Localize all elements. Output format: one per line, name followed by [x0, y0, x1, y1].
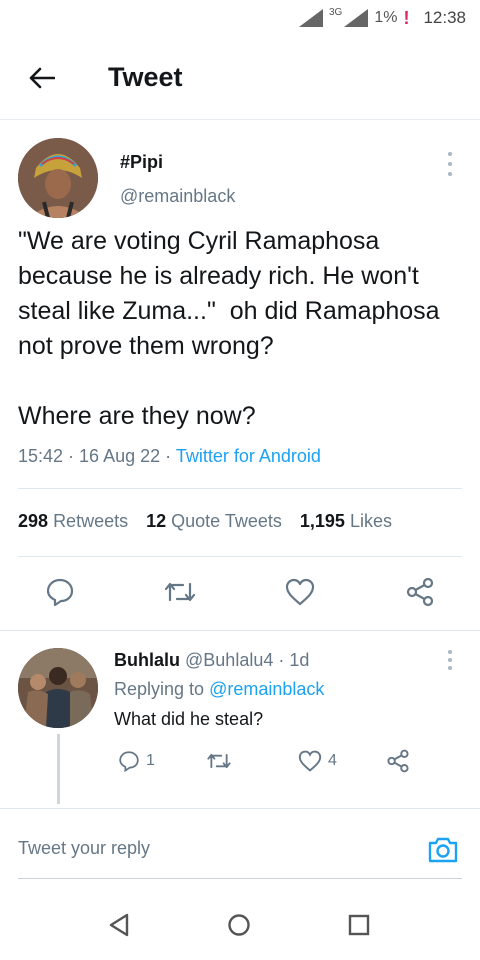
share-icon: [387, 749, 409, 773]
back-button[interactable]: [0, 36, 84, 120]
mention-link[interactable]: @remainblack: [209, 679, 324, 699]
nav-recents-button[interactable]: [344, 910, 374, 940]
display-name[interactable]: #Pipi: [120, 152, 163, 173]
tweet-actions: [0, 572, 480, 626]
reply-reply-button[interactable]: 1: [118, 748, 155, 774]
reply-button[interactable]: [40, 572, 80, 612]
like-count: 4: [328, 752, 337, 769]
like-button[interactable]: [280, 572, 320, 612]
retweets-stat[interactable]: 298 Retweets: [18, 511, 128, 532]
more-options-icon[interactable]: [440, 152, 460, 176]
nav-home-button[interactable]: [224, 910, 254, 940]
reply-header: Buhlalu @Buhlalu4 · 1d: [114, 650, 310, 670]
reply-handle[interactable]: @Buhlalu4: [185, 650, 273, 670]
status-bar: 3G 1% ! 12:38: [0, 0, 480, 36]
replying-to: Replying to @remainblack: [114, 679, 325, 699]
retweet-icon: [207, 753, 231, 769]
likes-stat[interactable]: 1,195 Likes: [300, 511, 392, 532]
clock: 12:38: [423, 8, 466, 27]
user-handle[interactable]: @remainblack: [120, 186, 235, 207]
battery-percent: 1%: [374, 9, 398, 26]
divider: [18, 556, 462, 557]
reply-icon: [119, 751, 139, 772]
reply-count: 1: [146, 752, 155, 769]
reply-text: What did he steal?: [114, 709, 264, 729]
reply-composer: Tweet your reply: [0, 810, 480, 884]
back-triangle-icon: [109, 913, 129, 937]
share-icon: [406, 577, 434, 607]
reply-display-name[interactable]: Buhlalu: [114, 650, 180, 670]
like-icon: [285, 578, 315, 606]
camera-button[interactable]: [426, 834, 460, 866]
network-type: 3G: [328, 6, 343, 18]
reply-icon: [46, 578, 74, 607]
retweet-button[interactable]: [160, 572, 200, 612]
arrow-left-icon: [29, 67, 55, 88]
reply-share-button[interactable]: [386, 748, 410, 774]
like-icon: [298, 750, 322, 772]
input-underline: [18, 878, 462, 879]
signal-strength-icon: [344, 9, 369, 27]
camera-icon: [428, 837, 458, 863]
signal-icon: [298, 9, 323, 27]
reply-age: 1d: [289, 650, 310, 670]
share-button[interactable]: [400, 572, 440, 612]
reply-actions: 1 4: [0, 748, 480, 778]
more-options-icon[interactable]: [440, 650, 460, 670]
tweet-meta: 15:42 · 16 Aug 22 · Twitter for Android: [18, 446, 321, 466]
quotes-stat[interactable]: 12 Quote Tweets: [146, 511, 282, 532]
tweet-text: "We are voting Cyril Ramaphosa because h…: [18, 227, 440, 430]
tweet-source[interactable]: Twitter for Android: [176, 446, 321, 466]
page-title: Tweet: [108, 62, 183, 92]
retweet-icon: [164, 582, 196, 602]
avatar[interactable]: [18, 138, 98, 218]
home-circle-icon: [228, 914, 250, 936]
tweet-time: 15:42: [18, 446, 64, 466]
system-nav-bar: [0, 890, 480, 960]
section-divider: [0, 808, 480, 809]
battery-warning-icon: !: [403, 7, 410, 28]
tweet-date: 16 Aug 22: [79, 446, 161, 466]
reply-retweet-button[interactable]: [206, 748, 232, 774]
tweet-stats: 298 Retweets 12 Quote Tweets 1,195 Likes: [18, 511, 392, 532]
recents-square-icon: [348, 914, 370, 936]
app-header: Tweet: [0, 36, 480, 120]
nav-back-button[interactable]: [104, 910, 134, 940]
avatar[interactable]: [18, 648, 98, 728]
reply-input[interactable]: Tweet your reply: [18, 838, 150, 859]
divider: [18, 488, 462, 489]
section-divider: [0, 630, 480, 631]
reply-like-button[interactable]: 4: [298, 748, 337, 774]
